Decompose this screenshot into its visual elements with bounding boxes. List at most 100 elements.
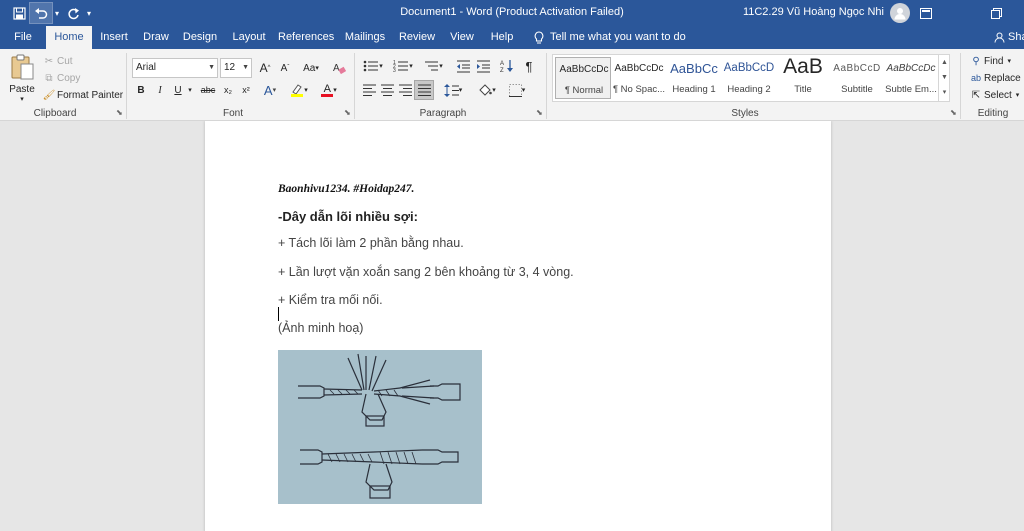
select-button[interactable]: ⇱ Select ▾ xyxy=(968,87,1020,103)
share-label: Sha xyxy=(1008,31,1024,43)
document-line[interactable]: + Kiểm tra mối nối. xyxy=(278,293,383,307)
highlight-button[interactable]: ▾ xyxy=(288,81,310,99)
change-case-button[interactable]: Aa ▾ xyxy=(298,59,324,77)
tab-home[interactable]: Home xyxy=(46,26,92,49)
find-button[interactable]: ⚲ Find ▾ xyxy=(968,53,1011,69)
document-line[interactable]: + Lần lượt vặn xoắn sang 2 bên khoảng từ… xyxy=(278,265,574,279)
paste-button[interactable]: Paste ▾ xyxy=(8,53,36,103)
style-no-spacing[interactable]: AaBbCcDc ¶ No Spac... xyxy=(611,57,667,99)
tab-view[interactable]: View xyxy=(446,26,478,49)
bullets-button[interactable]: ▾ xyxy=(360,57,386,75)
grow-font-icon: A xyxy=(259,61,268,75)
styles-gallery-scroll[interactable]: ▲ ▼ ▾ xyxy=(938,55,950,101)
align-right-button[interactable] xyxy=(396,81,414,99)
restore-window-button[interactable] xyxy=(987,4,1005,22)
find-label: Find xyxy=(984,55,1004,67)
tab-design[interactable]: Design xyxy=(180,26,220,49)
clear-formatting-button[interactable]: A xyxy=(330,59,348,77)
style-name: Heading 1 xyxy=(672,84,716,95)
styles-gallery: AaBbCcDc ¶ Normal AaBbCcDc ¶ No Spac... … xyxy=(552,54,950,102)
italic-button[interactable]: I xyxy=(151,81,169,99)
avatar[interactable] xyxy=(890,3,910,23)
font-dialog-launcher[interactable]: ⬊ xyxy=(344,108,351,117)
tab-insert[interactable]: Insert xyxy=(96,26,132,49)
align-center-button[interactable] xyxy=(378,81,396,99)
increase-indent-button[interactable] xyxy=(474,57,492,75)
copy-button[interactable]: ⧉ Copy xyxy=(41,70,80,86)
numbering-button[interactable]: 1 2 3 ▾ xyxy=(390,57,416,75)
document-line[interactable]: Baonhivu1234. #Hoidap247. xyxy=(278,183,414,195)
strikethrough-button[interactable]: abc xyxy=(198,81,218,99)
font-color-icon: A xyxy=(323,82,331,95)
replace-label: Replace xyxy=(984,72,1021,84)
align-left-button[interactable] xyxy=(360,81,378,99)
tab-help[interactable]: Help xyxy=(486,26,518,49)
shading-button[interactable]: ▾ xyxy=(474,81,500,99)
more-styles-icon[interactable]: ▾ xyxy=(939,85,950,100)
document-line[interactable]: + Tách lõi làm 2 phần bằng nhau. xyxy=(278,236,464,250)
paragraph-dialog-launcher[interactable]: ⬊ xyxy=(536,108,543,117)
align-center-icon xyxy=(380,84,394,96)
user-icon xyxy=(894,8,906,20)
style-title[interactable]: AaB Title xyxy=(775,55,831,99)
chevron-down-icon: ▼ xyxy=(242,64,249,71)
sort-button[interactable]: AZ xyxy=(498,57,516,75)
grow-font-button[interactable]: A ^ xyxy=(256,59,274,77)
multilevel-list-button[interactable]: ▾ xyxy=(420,57,446,75)
style-heading-1[interactable]: AaBbCc Heading 1 xyxy=(666,57,722,99)
show-formatting-button[interactable]: ¶ xyxy=(520,57,538,75)
tell-me-search[interactable]: Tell me what you want to do xyxy=(534,26,686,49)
bold-button[interactable]: B xyxy=(132,81,150,99)
paragraph-group-label: Paragraph xyxy=(419,108,467,119)
chevron-down-icon[interactable]: ▼ xyxy=(939,70,950,85)
style-name: ¶ No Spac... xyxy=(612,84,666,95)
share-button[interactable]: Sha xyxy=(994,26,1024,49)
font-family-combo[interactable]: Arial ▼ xyxy=(132,58,218,78)
tab-draw[interactable]: Draw xyxy=(140,26,172,49)
style-subtitle[interactable]: AaBbCcD Subtitle xyxy=(829,57,885,99)
justify-button[interactable] xyxy=(414,80,434,100)
decrease-indent-icon xyxy=(456,60,470,72)
ribbon-display-options-button[interactable] xyxy=(917,4,935,22)
title-bar: ▾ ▾ Document1 - Word (Product Activation… xyxy=(0,0,1024,26)
chevron-down-icon: ▾ xyxy=(20,96,24,103)
tab-mailings[interactable]: Mailings xyxy=(342,26,388,49)
style-subtle-emphasis[interactable]: AaBbCcDc Subtle Em... xyxy=(883,57,939,99)
underline-dropdown[interactable]: ▾ xyxy=(185,81,195,99)
tab-references[interactable]: References xyxy=(278,26,334,49)
decrease-indent-button[interactable] xyxy=(454,57,472,75)
ribbon-tabs: File Home Insert Draw Design Layout Refe… xyxy=(0,26,1024,49)
font-size-combo[interactable]: 12 ▼ xyxy=(220,58,252,78)
wire-splice-illustration[interactable] xyxy=(278,350,482,504)
svg-text:A: A xyxy=(500,61,504,67)
subscript-button[interactable]: x₂ xyxy=(219,81,237,99)
styles-dialog-launcher[interactable]: ⬊ xyxy=(950,108,957,117)
style-sample: AaBbCc xyxy=(670,61,718,76)
document-page[interactable]: Baonhivu1234. #Hoidap247. -Dây dẫn lõi n… xyxy=(205,121,831,531)
format-painter-button[interactable]: 🖌 Format Painter xyxy=(41,87,124,103)
chevron-up-icon[interactable]: ▲ xyxy=(939,55,950,70)
line-spacing-button[interactable]: ▾ xyxy=(440,81,466,99)
document-area[interactable]: Baonhivu1234. #Hoidap247. -Dây dẫn lõi n… xyxy=(0,121,1024,531)
cursor-arrow-icon: ⇱ xyxy=(971,89,981,101)
tab-file[interactable]: File xyxy=(6,26,40,49)
style-normal[interactable]: AaBbCcDc ¶ Normal xyxy=(555,57,611,99)
account-name[interactable]: 11C2.29 Vũ Hoàng Ngọc Nhi xyxy=(743,6,884,18)
document-line[interactable]: (Ảnh minh hoạ) xyxy=(278,321,363,335)
replace-button[interactable]: ab Replace xyxy=(968,70,1021,86)
svg-text:Z: Z xyxy=(500,68,504,73)
document-line[interactable]: -Dây dẫn lõi nhiều sợi: xyxy=(278,209,418,224)
shrink-font-button[interactable]: Aˇ xyxy=(276,59,294,77)
cut-button[interactable]: ✂ Cut xyxy=(41,53,73,69)
style-heading-2[interactable]: AaBbCcD Heading 2 xyxy=(721,57,777,99)
tab-layout[interactable]: Layout xyxy=(228,26,270,49)
font-color-button[interactable]: A ▾ xyxy=(318,81,340,99)
tab-review[interactable]: Review xyxy=(396,26,438,49)
borders-button[interactable]: ▾ xyxy=(504,81,530,99)
clipboard-dialog-launcher[interactable]: ⬊ xyxy=(116,108,123,117)
highlighter-icon xyxy=(291,84,304,97)
restore-icon xyxy=(990,7,1002,19)
text-effects-button[interactable]: A ▾ xyxy=(261,81,279,99)
style-sample: AaBbCcD xyxy=(723,62,775,74)
superscript-button[interactable]: x² xyxy=(237,81,255,99)
